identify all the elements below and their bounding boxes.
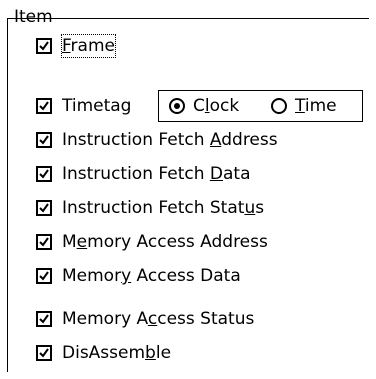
checkbox-label: Frame [61,34,116,58]
checkbox-instruction-fetch-address[interactable]: Instruction Fetch Address [36,129,278,151]
checkbox-checked-icon[interactable] [36,166,52,182]
checkbox-label: Memory Access Status [62,309,255,329]
checkbox-timetag[interactable]: Timetag [36,95,131,117]
checkbox-checked-icon[interactable] [36,38,52,54]
radio-selected-icon[interactable] [169,98,185,114]
checkbox-instruction-fetch-data[interactable]: Instruction Fetch Data [36,163,251,185]
checkbox-disassemble[interactable]: DisAssemble [36,342,171,364]
checkbox-memory-access-status[interactable]: Memory Access Status [36,308,254,330]
checkbox-checked-icon[interactable] [36,98,52,114]
checkbox-label: Instruction Fetch Address [62,130,278,150]
radio-unselected-icon[interactable] [271,98,287,114]
radio-clock[interactable]: Clock [169,95,239,117]
checkbox-memory-access-address[interactable]: Memory Access Address [36,231,268,253]
checkbox-checked-icon[interactable] [36,268,52,284]
checkbox-checked-icon[interactable] [36,200,52,216]
timetag-radio-group: Clock Time [158,90,363,122]
checkbox-label: Instruction Fetch Data [62,164,251,184]
checkbox-label: DisAssemble [62,343,172,363]
checkbox-memory-access-data[interactable]: Memory Access Data [36,265,241,287]
checkbox-label: Memory Access Data [62,266,241,286]
checkbox-checked-icon[interactable] [36,132,52,148]
checkbox-instruction-fetch-status[interactable]: Instruction Fetch Status [36,197,264,219]
radio-label: Time [295,96,337,116]
checkbox-label: Memory Access Address [62,232,268,252]
checkbox-label: Instruction Fetch Status [62,198,265,218]
checkbox-frame[interactable]: Frame [36,34,116,58]
radio-time[interactable]: Time [271,95,337,117]
radio-label: Clock [193,96,240,116]
checkbox-checked-icon[interactable] [36,234,52,250]
checkbox-checked-icon[interactable] [36,345,52,361]
checkbox-label: Timetag [62,96,132,116]
checkbox-checked-icon[interactable] [36,311,52,327]
